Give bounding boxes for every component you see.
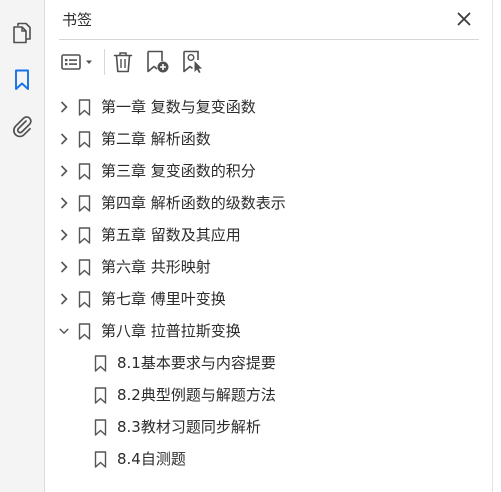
close-button[interactable]	[453, 8, 475, 30]
bookmark-label: 第六章 共形映射	[101, 258, 211, 276]
options-menu-icon	[61, 54, 92, 70]
bookmark-child-item[interactable]: 8.4自测题	[45, 443, 485, 475]
bookmark-item[interactable]: 第七章 傅里叶变换	[45, 283, 485, 315]
bookmark-from-selection-icon	[183, 50, 202, 73]
page-thumbnails-button[interactable]	[7, 18, 37, 48]
chevron-right-icon[interactable]	[58, 164, 70, 178]
bookmarks-panel-button[interactable]	[7, 65, 37, 95]
bookmark-icon	[78, 195, 91, 212]
new-bookmark-icon	[147, 50, 169, 73]
bookmark-child-item[interactable]: 8.3教材习题同步解析	[45, 411, 485, 443]
options-menu-button[interactable]	[59, 48, 97, 76]
toolbar-separator	[104, 49, 105, 75]
bookmark-label: 8.2典型例题与解题方法	[117, 386, 276, 404]
bookmarks-window: 书签 第一章 复数与复变函数 第二章 解析函数 第三章 复变函数的积分 第四章 …	[0, 0, 501, 492]
bookmark-icon	[94, 355, 107, 372]
navigation-rail	[0, 0, 45, 492]
chevron-right-icon[interactable]	[58, 292, 70, 306]
bookmark-label: 第四章 解析函数的级数表示	[101, 194, 286, 212]
panel-edge	[492, 0, 493, 492]
bookmark-icon	[78, 99, 91, 116]
bookmark-icon	[94, 387, 107, 404]
attachments-button[interactable]	[7, 111, 37, 141]
chevron-right-icon[interactable]	[58, 132, 70, 146]
attachment-icon	[13, 116, 32, 138]
chevron-right-icon[interactable]	[58, 260, 70, 274]
close-icon	[457, 12, 471, 26]
bookmark-label: 第二章 解析函数	[101, 130, 211, 148]
panel-title: 书签	[62, 11, 93, 29]
bookmark-item[interactable]: 第五章 留数及其应用	[45, 219, 485, 251]
bookmark-label: 第一章 复数与复变函数	[101, 98, 256, 116]
bookmark-label: 8.1基本要求与内容提要	[117, 354, 276, 372]
bookmark-icon	[78, 291, 91, 308]
bookmark-icon	[78, 227, 91, 244]
bookmark-icon	[78, 163, 91, 180]
bookmark-item[interactable]: 第四章 解析函数的级数表示	[45, 187, 485, 219]
bookmark-item[interactable]: 第二章 解析函数	[45, 123, 485, 155]
delete-bookmark-button[interactable]	[111, 48, 135, 76]
bookmark-label: 8.4自测题	[117, 450, 186, 468]
pages-icon	[13, 22, 31, 44]
bookmark-icon	[78, 323, 91, 340]
bookmark-label: 第七章 傅里叶变换	[101, 290, 226, 308]
bookmark-icon	[94, 419, 107, 436]
bookmark-icon	[78, 259, 91, 276]
bookmarks-panel: 书签 第一章 复数与复变函数 第二章 解析函数 第三章 复变函数的积分 第四章 …	[45, 0, 493, 492]
new-bookmark-button[interactable]	[145, 48, 171, 76]
chevron-right-icon[interactable]	[58, 228, 70, 242]
bookmark-icon	[94, 451, 107, 468]
bookmark-icon	[15, 69, 29, 90]
bookmark-child-item[interactable]: 8.1基本要求与内容提要	[45, 347, 485, 379]
bookmark-label: 8.3教材习题同步解析	[117, 418, 261, 436]
bookmark-label: 第五章 留数及其应用	[101, 226, 241, 244]
bookmark-label: 第三章 复变函数的积分	[101, 162, 256, 180]
chevron-right-icon[interactable]	[58, 196, 70, 210]
bookmark-from-selection-button[interactable]	[181, 48, 207, 76]
bookmark-label: 第八章 拉普拉斯变换	[101, 322, 241, 340]
delete-icon	[113, 52, 133, 73]
bookmark-item[interactable]: 第三章 复变函数的积分	[45, 155, 485, 187]
bookmark-icon	[78, 131, 91, 148]
bookmark-item[interactable]: 第一章 复数与复变函数	[45, 91, 485, 123]
header-divider	[59, 39, 479, 40]
chevron-right-icon[interactable]	[58, 100, 70, 114]
chevron-down-icon[interactable]	[58, 324, 70, 338]
bookmark-item[interactable]: 第六章 共形映射	[45, 251, 485, 283]
bookmark-item-expanded[interactable]: 第八章 拉普拉斯变换	[45, 315, 485, 347]
bookmark-child-item[interactable]: 8.2典型例题与解题方法	[45, 379, 485, 411]
